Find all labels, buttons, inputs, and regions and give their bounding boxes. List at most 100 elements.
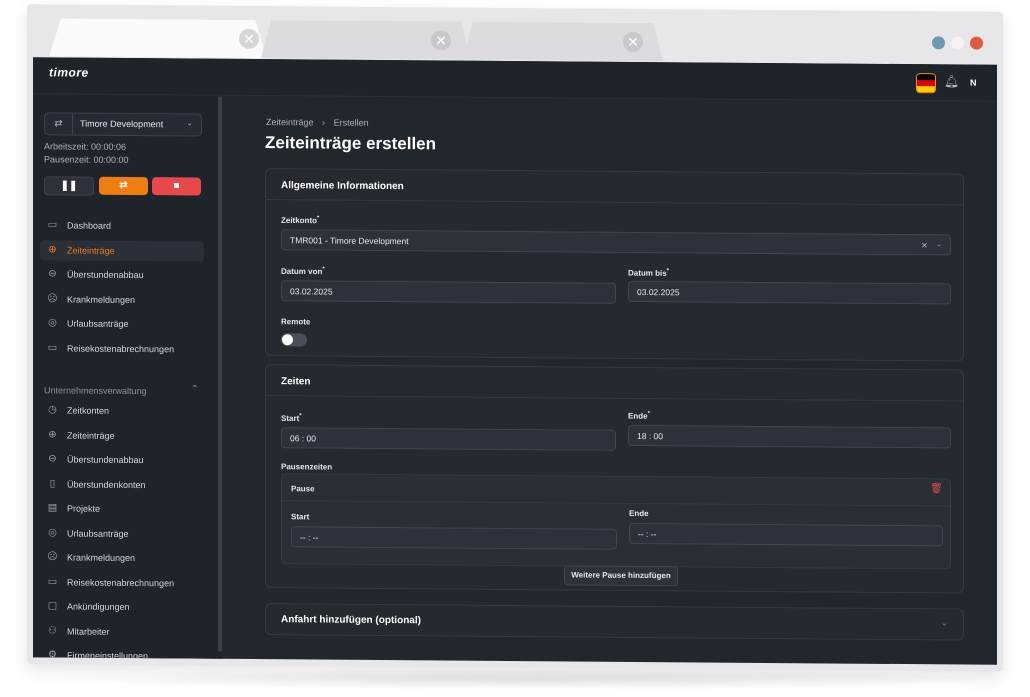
swap-icon: ⇄ <box>119 179 128 191</box>
sidebar-item-label: Reisekostenabrechnungen <box>67 576 175 588</box>
sidebar-item-label: Krankmeldungen <box>67 552 136 564</box>
pause-end-input[interactable]: -- : -- <box>629 522 943 547</box>
breadcrumb-current: Erstellen <box>333 117 369 128</box>
card-title: Anfahrt hinzufügen (optional) <box>281 614 421 627</box>
globe-icon: ◎ <box>48 526 57 538</box>
sidebar-item[interactable]: ⚇ Mitarbeiter <box>40 621 204 642</box>
sidebar-item-label: Zeiteinträge <box>67 429 115 441</box>
page-shadow <box>40 668 1000 690</box>
plus-circle-icon: ⊕ <box>48 428 57 440</box>
zeitkonto-label: Zeitkonto* <box>281 215 320 226</box>
sidebar-item[interactable]: ⚙ Firmeneinstellungen <box>40 645 204 665</box>
sidebar-item[interactable]: ▤ Projekte <box>40 498 204 519</box>
chevron-down-icon[interactable]: ⌄ <box>936 240 942 248</box>
sidebar-item[interactable]: ⊕ Zeiteinträge <box>40 239 204 262</box>
sidebar-item-label: Projekte <box>67 503 101 514</box>
switch-icon[interactable]: ⇄ <box>45 113 73 135</box>
sidebar-item-label: Zeitkonten <box>67 405 110 416</box>
tab-close-icon[interactable]: ✕ <box>239 29 259 49</box>
sidebar-item-label: Überstundenabbau <box>67 454 144 466</box>
pause-icon: ❚❚ <box>60 180 78 192</box>
sidebar-item[interactable]: ▭ Reisekostenabrechnungen <box>40 338 204 359</box>
sad-face-icon: ☹ <box>47 551 58 563</box>
project-icon: ▤ <box>47 502 58 514</box>
minimize-dot-icon[interactable] <box>932 36 945 50</box>
switch-button[interactable]: ⇄ <box>99 176 148 196</box>
tab-close-icon[interactable]: ✕ <box>431 30 451 50</box>
chevron-up-icon[interactable]: ⌃ <box>191 383 199 394</box>
card-title: Allgemeine Informationen <box>281 180 404 193</box>
clear-icon[interactable]: ✕ <box>921 240 928 251</box>
workspace-select[interactable]: ⇄ Timore Development ⌄ <box>44 112 202 137</box>
sidebar-item[interactable]: ☹ Krankmeldungen <box>40 289 204 310</box>
sidebar-item[interactable]: ☹ Krankmeldungen <box>40 547 204 568</box>
zeitkonto-value: TMR001 - Timore Development <box>290 235 409 247</box>
sidebar-item-label: Firmeneinstellungen <box>67 650 149 662</box>
plus-circle-icon: ⊕ <box>48 243 57 255</box>
bell-icon[interactable]: 🔔︎ <box>944 74 959 88</box>
stop-icon: ■ <box>173 180 180 192</box>
dashboard-icon: ▭ <box>47 219 58 231</box>
sidebar-item-label: Krankmeldungen <box>67 293 136 305</box>
sidebar-item[interactable]: ⊖ Überstundenabbau <box>40 449 204 470</box>
pause-start-input[interactable]: -- : -- <box>291 526 617 550</box>
card-icon: ▭ <box>47 575 58 587</box>
datum-bis-label: Datum bis* <box>628 268 670 278</box>
user-avatar[interactable]: N <box>970 78 977 88</box>
chevron-down-icon[interactable]: ⌄ <box>941 618 948 627</box>
sidebar-item[interactable]: ⊕ Zeiteinträge <box>40 425 204 446</box>
tab-close-icon[interactable]: ✕ <box>623 32 643 52</box>
add-pause-button[interactable]: Weitere Pause hinzufügen <box>564 565 678 587</box>
general-info-card: Allgemeine Informationen Zeitkonto* TMR0… <box>265 168 964 362</box>
sidebar-item-label: Dashboard <box>67 220 112 231</box>
datum-von-input[interactable]: 03.02.2025 <box>281 280 616 304</box>
sidebar-item[interactable]: ◎ Urlaubsanträge <box>40 523 204 544</box>
sidebar-item[interactable]: ▭ Dashboard <box>40 215 204 236</box>
main-content: Zeiteinträge › Erstellen Zeiteinträge er… <box>223 96 997 665</box>
stop-button[interactable]: ■ <box>152 177 201 196</box>
browser-tab[interactable]: ✕ <box>463 22 663 62</box>
chat-icon: ▢ <box>47 600 58 612</box>
browser-tab-active[interactable]: ✕ <box>49 18 267 58</box>
clipboard-icon: ▯ <box>49 477 56 489</box>
travel-card[interactable]: Anfahrt hinzufügen (optional) ⌄ <box>265 603 964 641</box>
sidebar-item[interactable]: ▢ Ankündigungen <box>40 596 204 617</box>
sidebar-item[interactable]: ▭ Reisekostenabrechnungen <box>40 572 204 593</box>
sidebar-item-label: Überstundenabbau <box>67 269 144 281</box>
divider <box>266 199 963 206</box>
sidebar-item-label: Mitarbeiter <box>67 625 110 637</box>
settings-icon: ⚙ <box>48 649 57 661</box>
sidebar-item[interactable]: ◷ Zeitkonten <box>40 400 204 421</box>
browser-tab[interactable]: ✕ <box>261 20 471 60</box>
sad-face-icon: ☹ <box>47 292 58 304</box>
datum-bis-input[interactable]: 03.02.2025 <box>628 280 951 305</box>
divider <box>266 395 963 402</box>
pause-header: Pause 🗑︎ <box>282 474 950 507</box>
german-flag-icon[interactable] <box>916 73 936 94</box>
trash-icon[interactable]: 🗑︎ <box>930 483 943 494</box>
sidebar-item[interactable]: ⊖ Überstundenabbau <box>40 264 204 285</box>
end-time-input[interactable]: 18 : 00 <box>628 424 951 449</box>
sidebar-item[interactable]: ▯ Überstundenkonten <box>40 474 204 495</box>
zeitkonto-select[interactable]: TMR001 - Timore Development ✕ ⌄ <box>281 229 951 256</box>
app-logo[interactable]: timore <box>49 65 89 79</box>
pause-start-label: Start <box>291 512 310 522</box>
pause-end-label: Ende <box>629 508 649 519</box>
breadcrumb-link[interactable]: Zeiteinträge <box>266 117 314 127</box>
pause-entry: Pause 🗑︎ Start -- : -- Ende -- : -- <box>281 473 951 570</box>
remote-toggle[interactable] <box>281 333 307 347</box>
sidebar-item-label: Urlaubsanträge <box>67 527 129 539</box>
sidebar-item-label: Zeiteinträge <box>67 244 115 256</box>
maximize-dot-icon[interactable] <box>951 36 964 50</box>
pause-button[interactable]: ❚❚ <box>44 176 94 196</box>
break-time: Pausenzeit: 00:00:00 <box>44 154 129 165</box>
close-dot-icon[interactable] <box>970 36 983 50</box>
users-icon: ⚇ <box>48 624 57 636</box>
sidebar-item[interactable]: ◎ Urlaubsanträge <box>40 313 204 334</box>
pause-title: Pause <box>291 484 315 494</box>
pausenzeiten-label: Pausenzeiten <box>281 462 333 472</box>
start-time-input[interactable]: 06 : 00 <box>281 427 616 451</box>
page-title: Zeiteinträge erstellen <box>265 133 437 154</box>
app-window: timore 🔔︎ N ⇄ Timore Development ⌄ Arbei… <box>33 57 997 665</box>
sidebar-scrollbar[interactable] <box>218 96 222 652</box>
